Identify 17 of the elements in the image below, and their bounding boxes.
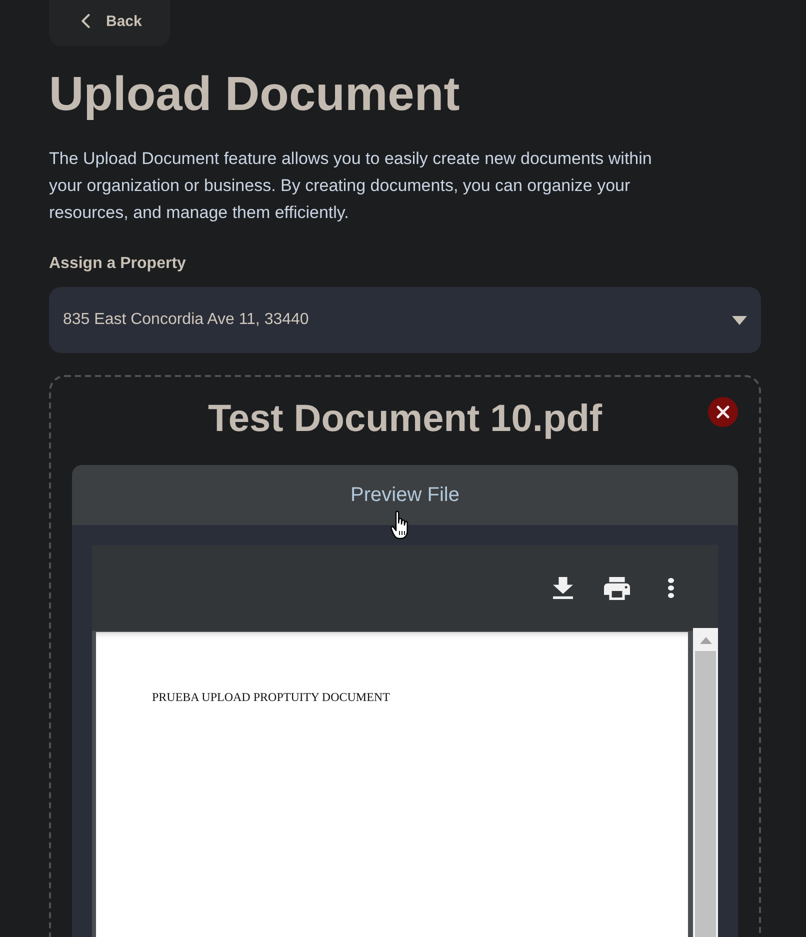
page-description: The Upload Document feature allows you to easily create new documents within your organization or business. By creating documents, you can organize your resources, and manage them efficiently. xyxy=(49,148,653,224)
print-button[interactable] xyxy=(604,576,630,600)
download-button[interactable] xyxy=(553,577,573,599)
page-title: Upload Document xyxy=(49,67,461,123)
scrollbar-track[interactable] xyxy=(693,628,718,937)
select-value: 835 East Concordia Ave 11, 33440 xyxy=(63,311,309,329)
more-options-button[interactable] xyxy=(668,578,674,598)
back-button[interactable]: Back xyxy=(49,0,170,46)
field-label: Assign a Property xyxy=(49,254,187,274)
property-select[interactable]: 835 East Concordia Ave 11, 33440 xyxy=(49,287,761,353)
preview-header[interactable]: Preview File xyxy=(72,465,738,525)
file-name: Test Document 10.pdf xyxy=(206,397,604,441)
caret-down-icon xyxy=(732,316,747,324)
close-button[interactable] xyxy=(708,397,738,427)
page-text: PRUEBA UPLOAD PROPTUITY DOCUMENT xyxy=(152,690,390,704)
chevron-left-icon xyxy=(81,14,90,28)
scrollbar-thumb[interactable] xyxy=(695,651,716,937)
